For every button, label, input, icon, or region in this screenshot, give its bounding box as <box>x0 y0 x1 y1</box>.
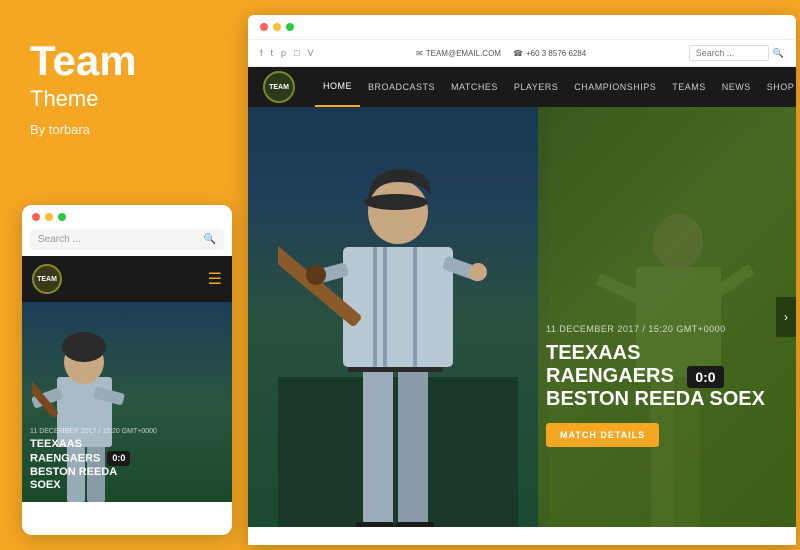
nav-item-championships[interactable]: CHAMPIONSHIPS <box>566 67 664 107</box>
vine-icon[interactable]: V <box>307 48 313 58</box>
desktop-window-bar <box>248 15 796 40</box>
mobile-mockup: Search ... 🔍 TEAM ☰ <box>22 205 232 535</box>
desktop-logo: TEAM <box>263 71 295 103</box>
hero-teams: TEEXAAS RAENGAERS 0:0 BESTON REEDA SOEX <box>546 342 766 411</box>
theme-title: Team <box>30 40 215 82</box>
mobile-search-bar[interactable]: Search ... 🔍 <box>30 229 224 250</box>
nav-item-teams[interactable]: TEAMS <box>664 67 714 107</box>
facebook-icon[interactable]: f <box>260 48 263 58</box>
hero-match-info: 11 DECEMBER 2017 / 15:20 GMT+0000 TEEXAA… <box>546 324 766 447</box>
twitter-icon[interactable]: t <box>271 48 274 58</box>
window-dot-green <box>286 23 294 31</box>
hero-team2: BESTON REEDA SOEX <box>546 388 766 411</box>
dot-yellow <box>45 213 53 221</box>
search-icon[interactable]: 🔍 <box>773 48 784 59</box>
mobile-match-date: 11 DECEMBER 2017 / 15:20 GMT+0000 <box>30 428 224 435</box>
left-panel: Team Theme By torbara Search ... 🔍 TEAM … <box>0 0 245 550</box>
match-details-button[interactable]: MATCH DETAILS <box>546 423 659 447</box>
nav-item-matches[interactable]: MATCHES <box>443 67 506 107</box>
search-icon: 🔍 <box>204 234 216 245</box>
theme-author: By torbara <box>30 122 215 137</box>
hero-background: 11 DECEMBER 2017 / 15:20 GMT+0000 TEEXAA… <box>248 107 796 527</box>
mobile-match-teams: TEEXAAS RAENGAERS 0:0 BESTON REEDA SOEX <box>30 438 224 492</box>
nav-item-players[interactable]: PLAYERS <box>506 67 566 107</box>
desktop-mockup: f t p □ V ✉ TEAM@EMAIL.COM ☎ +60 3 8576 … <box>248 15 796 545</box>
mobile-score: 0:0 <box>107 451 130 466</box>
nav-item-shop[interactable]: SHOP <box>759 67 796 107</box>
instagram-icon[interactable]: □ <box>294 48 299 58</box>
hero-team1: TEEXAAS RAENGAERS 0:0 <box>546 342 766 388</box>
mobile-top-bar <box>22 205 232 229</box>
mobile-nav: TEAM ☰ <box>22 256 232 302</box>
mobile-search-placeholder: Search ... <box>38 234 81 245</box>
nav-items: HOME BROADCASTS MATCHES PLAYERS CHAMPION… <box>315 67 796 107</box>
email-contact: ✉ TEAM@EMAIL.COM <box>416 49 501 58</box>
desktop-nav: TEAM HOME BROADCASTS MATCHES PLAYERS CHA… <box>248 67 796 107</box>
hero-date: 11 DECEMBER 2017 / 15:20 GMT+0000 <box>546 324 766 334</box>
theme-subtitle: Theme <box>30 86 215 112</box>
dot-red <box>32 213 40 221</box>
phone-icon: ☎ <box>513 49 523 58</box>
hamburger-icon[interactable]: ☰ <box>208 269 222 289</box>
nav-item-broadcasts[interactable]: BROADCASTS <box>360 67 443 107</box>
social-icons: f t p □ V <box>260 48 314 58</box>
search-input[interactable] <box>689 45 769 61</box>
dot-green <box>58 213 66 221</box>
email-icon: ✉ <box>416 49 423 58</box>
nav-item-home[interactable]: HOME <box>315 67 360 107</box>
contact-info: ✉ TEAM@EMAIL.COM ☎ +60 3 8576 6284 <box>416 49 586 58</box>
nav-item-news[interactable]: NEWS <box>714 67 759 107</box>
mobile-match-info: 11 DECEMBER 2017 / 15:20 GMT+0000 TEEXAA… <box>30 428 224 492</box>
desktop-player-silhouette <box>278 127 518 527</box>
phone-contact: ☎ +60 3 8576 6284 <box>513 49 586 58</box>
window-dot-red <box>260 23 268 31</box>
window-dot-yellow <box>273 23 281 31</box>
desktop-hero: 11 DECEMBER 2017 / 15:20 GMT+0000 TEEXAA… <box>248 107 796 527</box>
desktop-utility-bar: f t p □ V ✉ TEAM@EMAIL.COM ☎ +60 3 8576 … <box>248 40 796 67</box>
hero-score: 0:0 <box>687 366 723 388</box>
utility-search[interactable]: 🔍 <box>689 45 784 61</box>
mobile-logo: TEAM <box>32 264 62 294</box>
slider-next-arrow[interactable]: › <box>776 297 796 337</box>
mobile-hero: 11 DECEMBER 2017 / 15:20 GMT+0000 TEEXAA… <box>22 302 232 502</box>
pinterest-icon[interactable]: p <box>281 48 286 58</box>
